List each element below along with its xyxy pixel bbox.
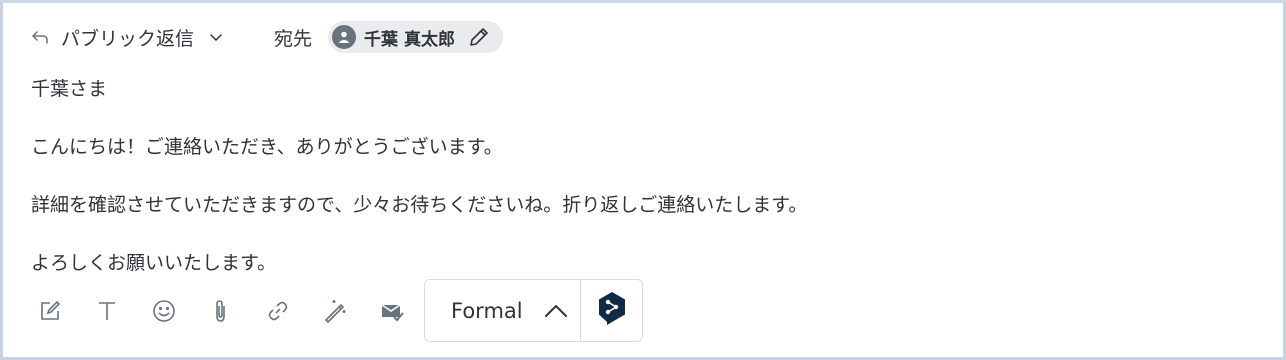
deepl-translate-button[interactable] [581, 280, 642, 341]
reply-header: パブリック返信 宛先 千葉 真太郎 [29, 21, 503, 53]
message-line: こんにちは！ご連絡いただき、ありがとうございます。 [31, 136, 503, 158]
emoji-icon[interactable] [147, 294, 181, 328]
editor-toolbar [33, 291, 432, 331]
chevron-down-icon [208, 29, 224, 45]
reply-type-dropdown[interactable]: パブリック返信 [29, 24, 224, 51]
message-body[interactable]: 千葉さま こんにちは！ご連絡いただき、ありがとうございます。 詳細を確認させてい… [31, 75, 807, 307]
pencil-icon[interactable] [467, 25, 491, 49]
text-format-icon[interactable] [90, 294, 124, 328]
recipient-chip[interactable]: 千葉 真太郎 [328, 21, 503, 53]
reply-editor: パブリック返信 宛先 千葉 真太郎 千葉さま こんにちは！ご連絡いただき、ありが… [0, 0, 1286, 360]
reply-type-label: パブリック返信 [61, 27, 195, 50]
tone-value: Formal [451, 298, 523, 323]
compose-icon[interactable] [33, 294, 67, 328]
magic-wand-icon[interactable] [318, 294, 352, 328]
translation-tone-control: Formal [424, 279, 643, 342]
message-line: 詳細を確認させていただきますので、少々お待ちくださいね。折り返しご連絡いたします… [31, 194, 808, 216]
attachment-icon[interactable] [204, 294, 238, 328]
chevron-up-icon [543, 298, 569, 324]
tone-dropdown[interactable]: Formal [425, 280, 581, 341]
greeting-line: 千葉さま [31, 78, 108, 100]
to-label: 宛先 [274, 27, 313, 50]
reply-arrow-icon [29, 26, 51, 48]
recipient-name: 千葉 真太郎 [364, 29, 455, 50]
envelope-check-icon[interactable] [375, 294, 409, 328]
user-avatar-icon [332, 25, 357, 49]
deepl-logo-icon [597, 291, 627, 331]
link-icon[interactable] [261, 294, 295, 328]
